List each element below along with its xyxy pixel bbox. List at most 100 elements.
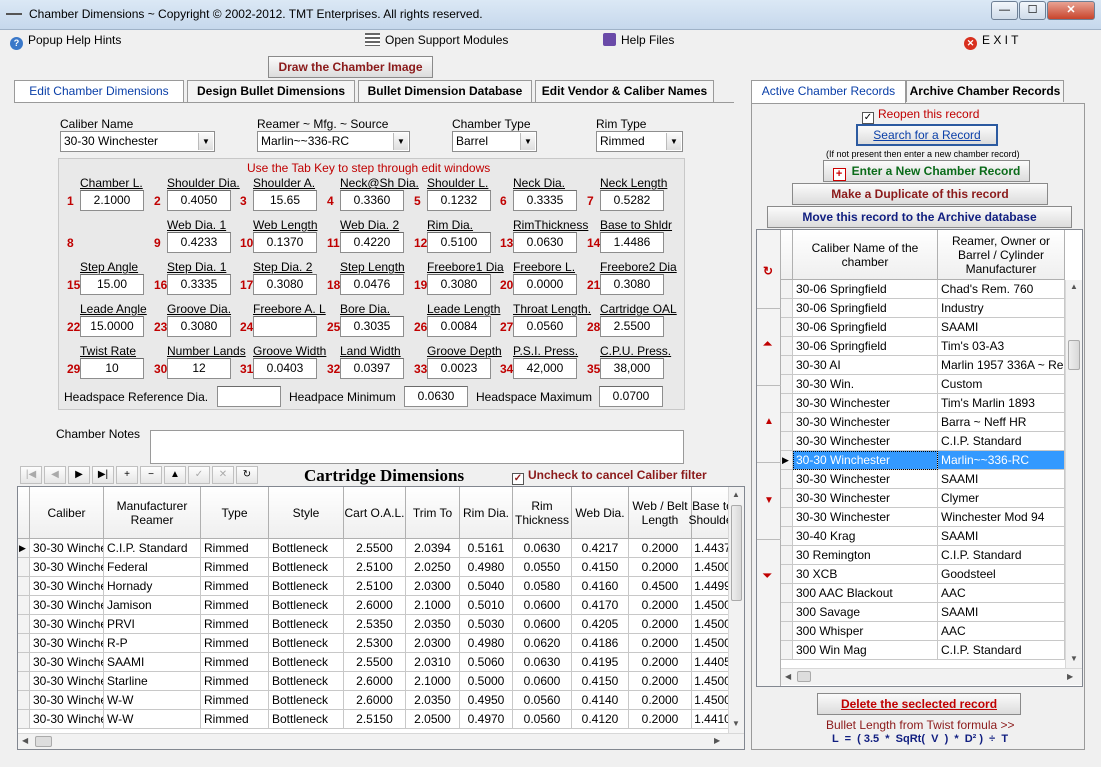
dim-field-20[interactable]: 0.0000 [513, 274, 577, 295]
table-cell[interactable]: 0.0600 [513, 596, 572, 615]
tab-archive-records[interactable]: Archive Chamber Records [906, 80, 1064, 102]
table-cell[interactable]: 0.2000 [629, 596, 692, 615]
dim-field-25[interactable]: 0.3035 [340, 316, 404, 337]
dim-field-19[interactable]: 0.3080 [427, 274, 491, 295]
table-cell[interactable]: SAAMI [104, 653, 201, 672]
table-cell[interactable]: 0.4170 [572, 596, 629, 615]
table-cell[interactable]: Bottleneck [269, 615, 344, 634]
table-cell[interactable]: 0.0600 [513, 672, 572, 691]
record-reamer-cell[interactable]: Marlin 1957 336A ~ Re [938, 356, 1065, 375]
table-cell[interactable]: Rimmed [201, 634, 269, 653]
dim-field-14[interactable]: 1.4486 [600, 232, 664, 253]
scroll-thumb[interactable] [35, 736, 52, 747]
table-cell[interactable]: Rimmed [201, 672, 269, 691]
record-reamer-cell[interactable]: SAAMI [938, 603, 1065, 622]
table-cell[interactable]: 0.2000 [629, 653, 692, 672]
help-files-menu[interactable]: Help Files [603, 32, 674, 48]
dim-field-26[interactable]: 0.0084 [427, 316, 491, 337]
table-cell[interactable]: C.I.P. Standard [104, 539, 201, 558]
record-reamer-cell[interactable]: Winchester Mod 94 [938, 508, 1065, 527]
table-cell[interactable]: 0.0630 [513, 539, 572, 558]
column-header[interactable]: Web / Belt Length [629, 487, 692, 539]
tab-bullet-database[interactable]: Bullet Dimension Database [358, 80, 532, 102]
tab-vendor-names[interactable]: Edit Vendor & Caliber Names [535, 80, 714, 102]
table-cell[interactable]: 2.5100 [344, 577, 406, 596]
table-cell[interactable]: Bottleneck [269, 634, 344, 653]
chamber-type-select[interactable]: Barrel ▼ [452, 131, 537, 152]
headspace-min-field[interactable]: 0.0630 [404, 386, 468, 407]
table-cell[interactable]: 30-30 Winchester [30, 672, 104, 691]
table-cell[interactable]: Rimmed [201, 653, 269, 672]
record-reamer-cell[interactable]: Marlin~~336-RC [938, 451, 1065, 470]
table-cell[interactable]: 0.0550 [513, 558, 572, 577]
table-cell[interactable]: 2.5500 [344, 653, 406, 672]
table-cell[interactable]: 0.2000 [629, 539, 692, 558]
record-reamer-cell[interactable]: Custom [938, 375, 1065, 394]
table-cell[interactable]: W-W [104, 691, 201, 710]
table-cell[interactable]: 0.0620 [513, 634, 572, 653]
record-reamer-cell[interactable]: Industry [938, 299, 1065, 318]
table-cell[interactable]: Starline [104, 672, 201, 691]
scroll-right-icon[interactable]: ▶ [1067, 672, 1073, 681]
table-cell[interactable]: Rimmed [201, 615, 269, 634]
record-caliber-cell[interactable]: 30-06 Springfield [793, 337, 938, 356]
table-cell[interactable]: 0.4980 [460, 558, 513, 577]
dim-field-5[interactable]: 0.1232 [427, 190, 491, 211]
table-cell[interactable]: W-W [104, 710, 201, 729]
table-cell[interactable]: 0.2000 [629, 672, 692, 691]
dim-field-21[interactable]: 0.3080 [600, 274, 664, 295]
last-record-icon[interactable]: ⏷ [763, 570, 772, 583]
record-caliber-cell[interactable]: 30-40 Krag [793, 527, 938, 546]
first-record-icon[interactable]: ⏶ [763, 338, 772, 351]
record-caliber-cell[interactable]: 30-30 Winchester [793, 489, 938, 508]
nav-post-button[interactable]: ✓ [188, 466, 210, 484]
dim-field-4[interactable]: 0.3360 [340, 190, 404, 211]
tab-edit-chamber[interactable]: Edit Chamber Dimensions [14, 80, 184, 103]
record-caliber-cell[interactable]: 30-30 Winchester [793, 432, 938, 451]
table-cell[interactable]: 0.4970 [460, 710, 513, 729]
table-cell[interactable]: Hornady [104, 577, 201, 596]
dim-field-30[interactable]: 12 [167, 358, 231, 379]
archive-record-button[interactable]: Move this record to the Archive database [767, 206, 1072, 228]
caliber-filter-checkbox[interactable]: ✓ Uncheck to cancel Caliber filter [512, 468, 707, 485]
table-cell[interactable]: Rimmed [201, 596, 269, 615]
cartridge-vertical-scrollbar[interactable]: ▲ ▼ [728, 487, 744, 733]
table-cell[interactable]: 2.0300 [406, 577, 460, 596]
refresh-icon[interactable]: ↻ [763, 264, 773, 278]
table-cell[interactable]: 2.0250 [406, 558, 460, 577]
table-cell[interactable]: 0.5040 [460, 577, 513, 596]
table-cell[interactable]: 0.4205 [572, 615, 629, 634]
table-cell[interactable]: Jamison [104, 596, 201, 615]
popup-help-menu[interactable]: ? Popup Help Hints [10, 32, 121, 50]
scroll-down-icon[interactable]: ▼ [1070, 654, 1078, 663]
dim-field-16[interactable]: 0.3335 [167, 274, 231, 295]
dim-field-31[interactable]: 0.0403 [253, 358, 317, 379]
record-reamer-cell[interactable]: Chad's Rem. 760 [938, 280, 1065, 299]
record-caliber-cell[interactable]: 30-30 Winchester [793, 470, 938, 489]
support-modules-menu[interactable]: Open Support Modules [365, 32, 508, 48]
scroll-down-icon[interactable]: ▼ [732, 719, 740, 728]
table-cell[interactable]: Bottleneck [269, 577, 344, 596]
column-header[interactable]: Rim Dia. [460, 487, 513, 539]
table-cell[interactable]: 2.0500 [406, 710, 460, 729]
table-cell[interactable]: Rimmed [201, 710, 269, 729]
record-reamer-cell[interactable]: C.I.P. Standard [938, 432, 1065, 451]
column-header[interactable]: Trim To [406, 487, 460, 539]
reamer-select[interactable]: Marlin~~336-RC ▼ [257, 131, 410, 152]
table-cell[interactable]: Rimmed [201, 691, 269, 710]
column-header[interactable]: Type [201, 487, 269, 539]
table-cell[interactable]: 2.5150 [344, 710, 406, 729]
table-cell[interactable]: 2.6000 [344, 672, 406, 691]
dim-field-29[interactable]: 10 [80, 358, 144, 379]
draw-chamber-button[interactable]: Draw the Chamber Image [268, 56, 433, 78]
table-cell[interactable]: 0.2000 [629, 691, 692, 710]
table-cell[interactable]: Rimmed [201, 558, 269, 577]
column-header[interactable]: Style [269, 487, 344, 539]
table-cell[interactable]: 0.2000 [629, 710, 692, 729]
record-caliber-cell[interactable]: 30-30 AI [793, 356, 938, 375]
table-cell[interactable]: 30-30 Winchester [30, 615, 104, 634]
nav-first-button[interactable]: |◀ [20, 466, 42, 484]
record-reamer-cell[interactable]: C.I.P. Standard [938, 641, 1065, 660]
table-cell[interactable]: 2.0310 [406, 653, 460, 672]
table-cell[interactable]: 2.0350 [406, 691, 460, 710]
